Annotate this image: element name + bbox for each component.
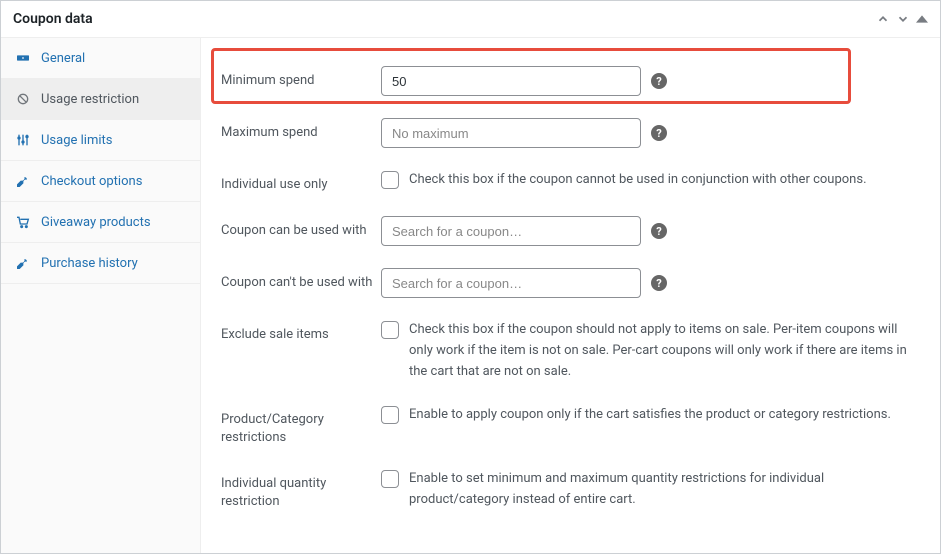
desc-exclude-sale: Check this box if the coupon should not … <box>409 320 910 382</box>
cart-icon <box>15 214 31 230</box>
tab-usage-limits[interactable]: Usage limits <box>1 120 200 161</box>
sidebar: General Usage restriction Usage limits C… <box>1 38 201 553</box>
input-cant-use-with[interactable] <box>381 268 641 298</box>
move-down-icon[interactable] <box>896 12 910 26</box>
tab-label: Purchase history <box>41 256 138 271</box>
panel-controls <box>876 12 928 26</box>
row-indiv-qty-restrict: Individual quantity restriction Enable t… <box>221 469 910 511</box>
tab-usage-restriction[interactable]: Usage restriction <box>1 79 200 120</box>
row-exclude-sale: Exclude sale items Check this box if the… <box>221 320 910 382</box>
help-icon[interactable]: ? <box>651 275 667 291</box>
input-min-spend[interactable] <box>381 66 641 96</box>
label-min-spend: Minimum spend <box>221 66 381 90</box>
label-cant-use-with: Coupon can't be used with <box>221 268 381 292</box>
panel-body: General Usage restriction Usage limits C… <box>1 38 940 553</box>
tab-checkout-options[interactable]: Checkout options <box>1 161 200 202</box>
desc-indiv-qty-restrict: Enable to set minimum and maximum quanti… <box>409 469 910 511</box>
ticket-icon <box>15 50 31 66</box>
row-prod-cat-restrict: Product/Category restrictions Enable to … <box>221 405 910 447</box>
label-indiv-qty-restrict: Individual quantity restriction <box>221 469 381 511</box>
coupon-data-panel: Coupon data General <box>0 0 941 554</box>
tab-giveaway-products[interactable]: Giveaway products <box>1 202 200 243</box>
help-icon[interactable]: ? <box>651 125 667 141</box>
row-max-spend: Maximum spend ? <box>221 118 910 148</box>
ban-icon <box>15 91 31 107</box>
tab-label: Giveaway products <box>41 215 151 230</box>
panel-title: Coupon data <box>13 11 93 27</box>
wrench-icon <box>15 255 31 271</box>
row-min-spend: Minimum spend ? <box>221 58 910 96</box>
row-can-use-with: Coupon can be used with ? <box>221 216 910 246</box>
checkbox-exclude-sale[interactable] <box>381 321 399 339</box>
label-can-use-with: Coupon can be used with <box>221 216 381 240</box>
sliders-icon <box>15 132 31 148</box>
checkbox-prod-cat-restrict[interactable] <box>381 406 399 424</box>
tab-label: Usage limits <box>41 133 112 148</box>
content-area: Minimum spend ? Maximum spend ? Individu… <box>201 38 940 553</box>
collapse-icon[interactable] <box>916 13 928 25</box>
tab-general[interactable]: General <box>1 38 200 79</box>
panel-header: Coupon data <box>1 1 940 38</box>
row-cant-use-with: Coupon can't be used with ? <box>221 268 910 298</box>
checkbox-indiv-qty-restrict[interactable] <box>381 470 399 488</box>
move-up-icon[interactable] <box>876 12 890 26</box>
tab-purchase-history[interactable]: Purchase history <box>1 243 200 284</box>
wrench-icon <box>15 173 31 189</box>
row-individual-use: Individual use only Check this box if th… <box>221 170 910 194</box>
input-can-use-with[interactable] <box>381 216 641 246</box>
tab-label: General <box>41 51 85 66</box>
tab-label: Usage restriction <box>41 92 139 107</box>
desc-prod-cat-restrict: Enable to apply coupon only if the cart … <box>409 405 891 426</box>
help-icon[interactable]: ? <box>651 73 667 89</box>
label-prod-cat-restrict: Product/Category restrictions <box>221 405 381 447</box>
label-exclude-sale: Exclude sale items <box>221 320 381 344</box>
checkbox-individual-use[interactable] <box>381 171 399 189</box>
label-individual-use: Individual use only <box>221 170 381 194</box>
tab-label: Checkout options <box>41 174 142 189</box>
input-max-spend[interactable] <box>381 118 641 148</box>
desc-individual-use: Check this box if the coupon cannot be u… <box>409 170 867 191</box>
label-max-spend: Maximum spend <box>221 118 381 142</box>
help-icon[interactable]: ? <box>651 223 667 239</box>
